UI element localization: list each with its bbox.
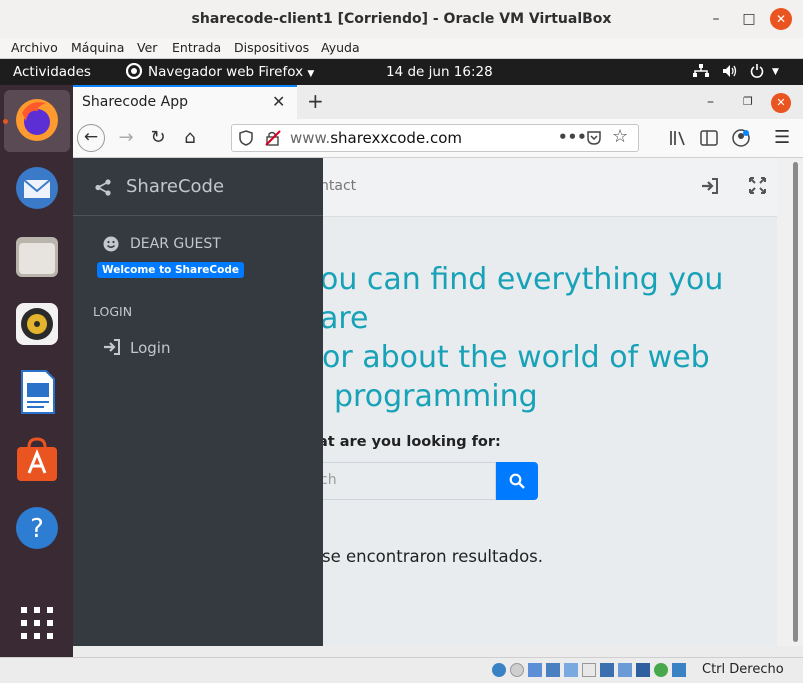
virtualbox-titlebar: sharecode-client1 [Corriendo] - Oracle V… xyxy=(0,0,803,39)
show-apps-icon[interactable] xyxy=(21,607,53,639)
sign-in-icon xyxy=(104,339,120,355)
share-icon xyxy=(95,179,111,196)
reload-button[interactable]: ↻ xyxy=(145,119,171,157)
account-icon[interactable] xyxy=(732,129,750,151)
new-tab-button[interactable]: + xyxy=(307,85,324,117)
bookmark-star-icon[interactable]: ☆ xyxy=(612,126,628,148)
smile-icon xyxy=(103,236,119,252)
tab-close-icon[interactable]: ✕ xyxy=(272,87,285,117)
user-name: DEAR GUEST xyxy=(130,236,221,252)
vt-x-icon[interactable] xyxy=(636,663,650,677)
menu-ver[interactable]: Ver xyxy=(137,38,157,58)
menu-entrada[interactable]: Entrada xyxy=(172,38,221,58)
audio-icon[interactable] xyxy=(528,663,542,677)
host-key-label: Ctrl Derecho xyxy=(702,662,784,677)
network-icon[interactable] xyxy=(693,59,709,85)
help-icon[interactable]: ? xyxy=(14,505,60,551)
files-icon[interactable] xyxy=(14,233,60,279)
hero-line-1: ou can find everything you are xyxy=(320,262,724,336)
chevron-down-icon: ▼ xyxy=(307,69,315,79)
menu-archivo[interactable]: Archivo xyxy=(11,38,58,58)
ubuntu-topbar: Actividades Navegador web Firefox ▼ 14 d… xyxy=(0,59,803,85)
fullscreen-icon[interactable] xyxy=(749,177,766,198)
shared-folders-icon[interactable] xyxy=(582,663,596,677)
close-window-button[interactable]: ✕ xyxy=(770,8,792,30)
volume-icon[interactable] xyxy=(722,59,738,85)
running-indicator xyxy=(3,119,8,124)
ff-close-button[interactable]: ✕ xyxy=(771,93,791,113)
nav-contact-link[interactable]: ntact xyxy=(320,178,356,194)
scrollbar-thumb[interactable] xyxy=(793,162,798,642)
home-icon[interactable]: ⌂ xyxy=(177,119,203,157)
activities-button[interactable]: Actividades xyxy=(13,59,91,85)
recording-icon[interactable] xyxy=(618,663,632,677)
hero-heading: ou can find everything you are or about … xyxy=(320,260,740,416)
ff-restore-button[interactable]: ❐ xyxy=(743,85,753,119)
power-icon[interactable] xyxy=(750,59,764,85)
back-button[interactable]: ← xyxy=(77,124,105,152)
brand-name[interactable]: ShareCode xyxy=(126,176,224,197)
search-label: at are you looking for: xyxy=(318,434,501,450)
sidebar: ShareCode DEAR GUEST Welcome to ShareCod… xyxy=(73,158,323,646)
mouse-integration-icon[interactable] xyxy=(654,663,668,677)
page-actions-icon[interactable]: ••• xyxy=(558,125,587,149)
url-bar[interactable]: www.sharexxcode.com ••• ☆ xyxy=(231,124,639,152)
welcome-badge: Welcome to ShareCode xyxy=(97,262,244,278)
software-icon[interactable] xyxy=(14,437,60,483)
chevron-down-icon[interactable]: ▼ xyxy=(772,59,779,85)
insecure-lock-icon[interactable] xyxy=(265,130,281,150)
no-results-text: se encontraron resultados. xyxy=(322,547,544,566)
display-icon[interactable] xyxy=(600,663,614,677)
rhythmbox-icon[interactable] xyxy=(14,301,60,347)
optical-disk-icon[interactable] xyxy=(510,663,524,677)
app-menu-label: Navegador web Firefox xyxy=(148,64,304,80)
search-button[interactable] xyxy=(496,462,538,500)
sidebar-item-label: Login xyxy=(130,339,171,357)
clock[interactable]: 14 de jun 16:28 xyxy=(386,59,493,85)
library-icon[interactable] xyxy=(669,130,687,150)
sign-in-icon[interactable] xyxy=(701,178,719,198)
search-icon xyxy=(509,473,525,489)
sidebar-header: ShareCode xyxy=(73,158,323,216)
app-menu[interactable]: Navegador web Firefox ▼ xyxy=(148,59,314,85)
virtualbox-menubar: Archivo Máquina Ver Entrada Dispositivos… xyxy=(0,38,803,59)
menu-dispositivos[interactable]: Dispositivos xyxy=(234,38,309,58)
hdd-icon[interactable] xyxy=(492,663,506,677)
ubuntu-dock: ? xyxy=(0,85,73,657)
thunderbird-icon[interactable] xyxy=(14,165,60,211)
menu-maquina[interactable]: Máquina xyxy=(71,38,124,58)
device-status-icons[interactable] xyxy=(492,662,686,678)
url-domain: sharexxcode.com xyxy=(330,129,462,147)
url-prefix: www. xyxy=(290,129,331,147)
hamburger-menu-icon[interactable]: ☰ xyxy=(774,119,790,157)
firefox-icon[interactable] xyxy=(14,97,60,143)
virtualbox-statusbar: Ctrl Derecho xyxy=(0,657,803,683)
window-title: sharecode-client1 [Corriendo] - Oracle V… xyxy=(191,11,612,27)
network-adapter-icon[interactable] xyxy=(546,663,560,677)
maximize-button[interactable]: □ xyxy=(738,8,760,30)
writer-icon[interactable] xyxy=(14,369,60,415)
firefox-small-icon xyxy=(125,59,143,85)
pocket-icon[interactable] xyxy=(586,130,602,150)
menu-ayuda[interactable]: Ayuda xyxy=(321,38,360,58)
usb-icon[interactable] xyxy=(564,663,578,677)
tab-title: Sharecode App xyxy=(82,94,188,110)
sidebar-toggle-icon[interactable] xyxy=(700,130,718,150)
keyboard-capture-icon[interactable] xyxy=(672,663,686,677)
hero-line-2: or about the world of web xyxy=(322,340,710,375)
sidebar-item-login[interactable]: Login xyxy=(91,331,305,365)
url-text[interactable]: www.sharexxcode.com xyxy=(290,125,462,151)
page-scrollbar[interactable] xyxy=(777,158,803,646)
firefox-navbar: ← → ↻ ⌂ www.sharexxcode.com ••• ☆ ☰ xyxy=(73,119,803,158)
minimize-button[interactable]: – xyxy=(705,8,727,30)
hero-line-3: programming xyxy=(334,379,538,414)
sidebar-section-login: LOGIN xyxy=(93,304,133,319)
forward-button[interactable]: → xyxy=(113,119,139,157)
tab-sharecode[interactable]: Sharecode App ✕ xyxy=(73,85,297,119)
svg-text:?: ? xyxy=(30,514,44,544)
ff-minimize-button[interactable]: – xyxy=(707,85,714,119)
search-input[interactable]: ch xyxy=(308,462,496,500)
shield-icon[interactable] xyxy=(239,130,253,150)
